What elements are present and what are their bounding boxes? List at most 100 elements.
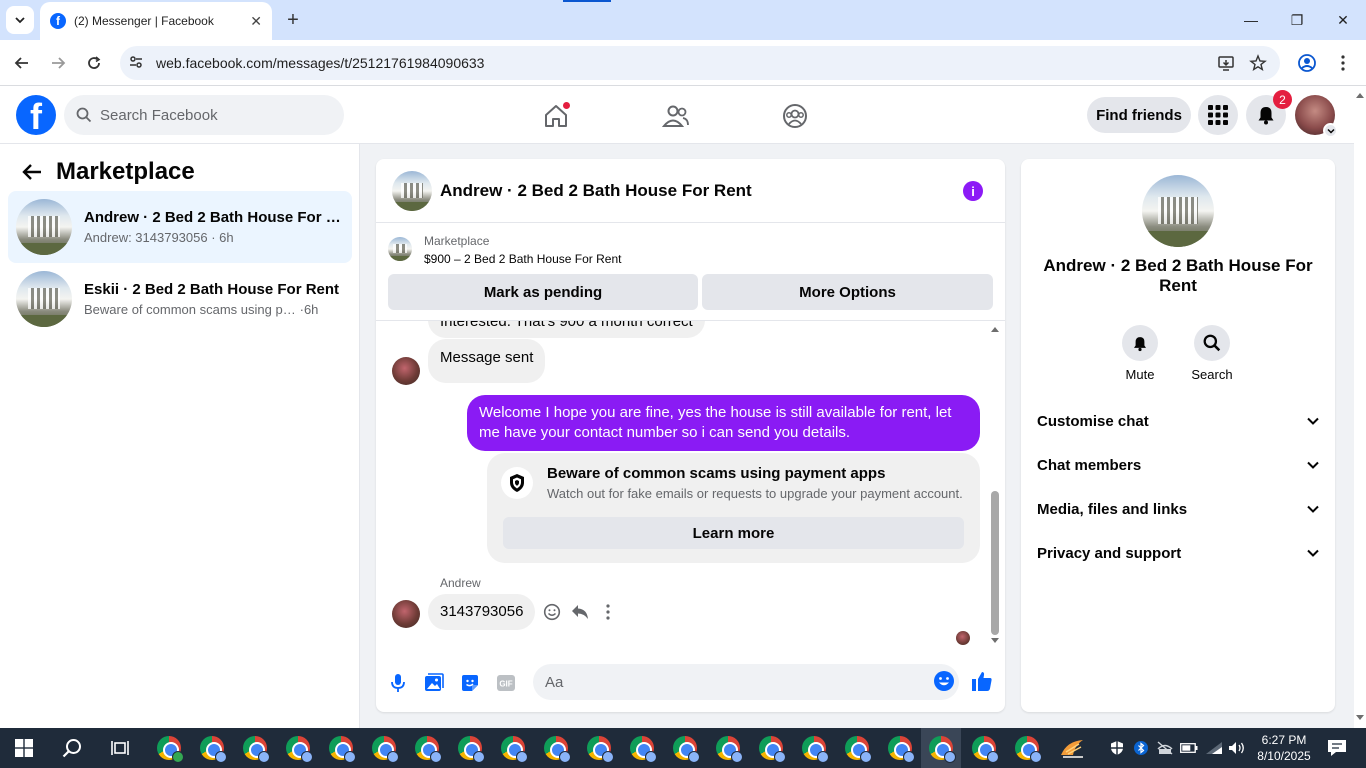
mark-as-pending-button[interactable]: Mark as pending — [388, 274, 698, 310]
section-customise-chat[interactable]: Customise chat — [1029, 401, 1327, 441]
sender-avatar[interactable] — [392, 357, 420, 385]
close-tab-icon[interactable]: ✕ — [250, 13, 262, 30]
taskbar-chrome-7[interactable] — [411, 732, 443, 764]
taskbar-search-button[interactable] — [56, 732, 88, 764]
search-input[interactable] — [100, 106, 320, 124]
taskbar-chrome-9[interactable] — [497, 732, 529, 764]
minimize-icon[interactable]: — — [1228, 0, 1274, 40]
reload-button[interactable] — [83, 52, 105, 74]
more-actions-icon[interactable] — [594, 598, 622, 626]
menu-button[interactable] — [1198, 95, 1238, 135]
bookmark-button[interactable] — [1247, 52, 1269, 74]
browser-profile-button[interactable] — [1296, 52, 1318, 74]
taskbar-chrome-10[interactable] — [540, 732, 572, 764]
system-clock[interactable]: 6:27 PM 8/10/2025 — [1254, 732, 1314, 764]
taskbar-chrome-1[interactable] — [153, 732, 185, 764]
section-privacy-support[interactable]: Privacy and support — [1029, 533, 1327, 573]
notification-center-button[interactable] — [1320, 728, 1354, 768]
address-bar[interactable]: web.facebook.com/messages/t/251217619840… — [120, 46, 1280, 80]
facebook-search[interactable] — [64, 95, 344, 135]
taskbar-chrome-2[interactable] — [196, 732, 228, 764]
task-view-button[interactable] — [104, 732, 136, 764]
nav-friends[interactable] — [658, 98, 694, 134]
mute-button[interactable]: Mute — [1110, 325, 1170, 382]
info-icon[interactable]: i — [963, 181, 983, 201]
taskbar-chrome-3[interactable] — [239, 732, 271, 764]
browser-menu-button[interactable] — [1332, 52, 1354, 74]
incoming-message[interactable]: 3143793056 — [428, 594, 536, 630]
taskbar-chrome-6[interactable] — [368, 732, 400, 764]
install-app-button[interactable] — [1215, 52, 1237, 74]
find-friends-button[interactable]: Find friends — [1087, 97, 1191, 133]
network-disconnected-icon[interactable] — [1155, 728, 1175, 768]
scroll-up-icon[interactable] — [990, 325, 1000, 333]
thumbs-up-icon[interactable] — [970, 669, 994, 693]
taskbar-chrome-18[interactable] — [884, 732, 916, 764]
message-input[interactable] — [545, 673, 905, 691]
listing-detail[interactable]: $900 – 2 Bed 2 Bath House For Rent — [424, 252, 621, 266]
taskbar-chrome-17[interactable] — [841, 732, 873, 764]
message-input-box[interactable] — [533, 664, 959, 700]
wifi-icon[interactable] — [1204, 728, 1224, 768]
scroll-down-icon[interactable] — [990, 637, 1000, 645]
taskbar-chrome-14[interactable] — [712, 732, 744, 764]
back-arrow-icon[interactable] — [16, 156, 48, 188]
taskbar-chrome-15[interactable] — [755, 732, 787, 764]
scrollbar-thumb[interactable] — [991, 491, 999, 635]
new-tab-button[interactable]: + — [282, 9, 304, 31]
back-button[interactable] — [11, 52, 33, 74]
notifications-button[interactable]: 2 — [1246, 90, 1292, 135]
bluetooth-icon[interactable] — [1131, 728, 1151, 768]
page-scrollbar[interactable] — [1354, 86, 1366, 728]
forward-button[interactable] — [47, 52, 69, 74]
taskbar-chrome-11[interactable] — [583, 732, 615, 764]
microphone-icon[interactable] — [386, 671, 410, 695]
taskbar-chrome-21[interactable] — [1011, 732, 1043, 764]
more-options-button[interactable]: More Options — [702, 274, 993, 310]
restore-icon[interactable]: ❐ — [1274, 0, 1320, 40]
nav-home[interactable] — [538, 98, 574, 134]
scroll-down-icon[interactable] — [1355, 714, 1365, 722]
sender-avatar[interactable] — [392, 600, 420, 628]
profile-avatar[interactable] — [1295, 95, 1338, 138]
conversation-title[interactable]: Andrew · 2 Bed 2 Bath House For Rent — [440, 181, 752, 201]
tab-search-button[interactable] — [6, 6, 34, 34]
facebook-logo-icon[interactable]: f — [16, 95, 56, 135]
reply-icon[interactable] — [566, 598, 594, 626]
incoming-message[interactable]: Interested. That's 900 a month correct — [428, 321, 705, 338]
taskbar-chrome-13[interactable] — [669, 732, 701, 764]
taskbar-chrome-16[interactable] — [798, 732, 830, 764]
listing-thumbnail[interactable] — [392, 170, 432, 211]
thread-andrew[interactable]: Andrew · 2 Bed 2 Bath House For Rent And… — [8, 191, 352, 263]
browser-tab-messenger[interactable]: f (2) Messenger | Facebook ✕ — [40, 2, 272, 40]
taskbar-chrome-20[interactable] — [968, 732, 1000, 764]
sticker-icon[interactable] — [458, 671, 482, 695]
emoji-icon[interactable] — [933, 670, 957, 694]
taskbar-chrome-4[interactable] — [282, 732, 314, 764]
listing-thumbnail[interactable] — [1142, 175, 1214, 247]
taskbar-chrome-5[interactable] — [325, 732, 357, 764]
section-chat-members[interactable]: Chat members — [1029, 445, 1327, 485]
battery-icon[interactable] — [1179, 728, 1199, 768]
scroll-up-icon[interactable] — [1355, 91, 1365, 99]
taskbar-chrome-12[interactable] — [626, 732, 658, 764]
taskbar-chrome-8[interactable] — [454, 732, 486, 764]
thread-eskii[interactable]: Eskii · 2 Bed 2 Bath House For Rent Bewa… — [8, 263, 352, 335]
react-emoji-icon[interactable] — [538, 598, 566, 626]
volume-icon[interactable] — [1227, 728, 1247, 768]
incoming-message[interactable]: Message sent — [428, 339, 546, 383]
photo-icon[interactable] — [422, 671, 446, 695]
outgoing-message[interactable]: Welcome I hope you are fine, yes the hou… — [467, 395, 980, 451]
close-window-icon[interactable]: ✕ — [1320, 0, 1366, 40]
site-settings-icon[interactable] — [128, 54, 144, 70]
nav-groups[interactable] — [777, 98, 813, 134]
taskbar-chrome-19[interactable] — [925, 732, 957, 764]
message-scrollbar[interactable] — [990, 321, 1000, 651]
taskbar-app[interactable] — [1056, 732, 1088, 764]
start-button[interactable] — [8, 732, 40, 764]
learn-more-button[interactable]: Learn more — [503, 517, 964, 549]
gif-icon[interactable]: GIF — [494, 671, 518, 695]
search-in-conversation-button[interactable]: Search — [1182, 325, 1242, 382]
section-media-files-links[interactable]: Media, files and links — [1029, 489, 1327, 529]
security-tray-icon[interactable] — [1106, 728, 1128, 768]
